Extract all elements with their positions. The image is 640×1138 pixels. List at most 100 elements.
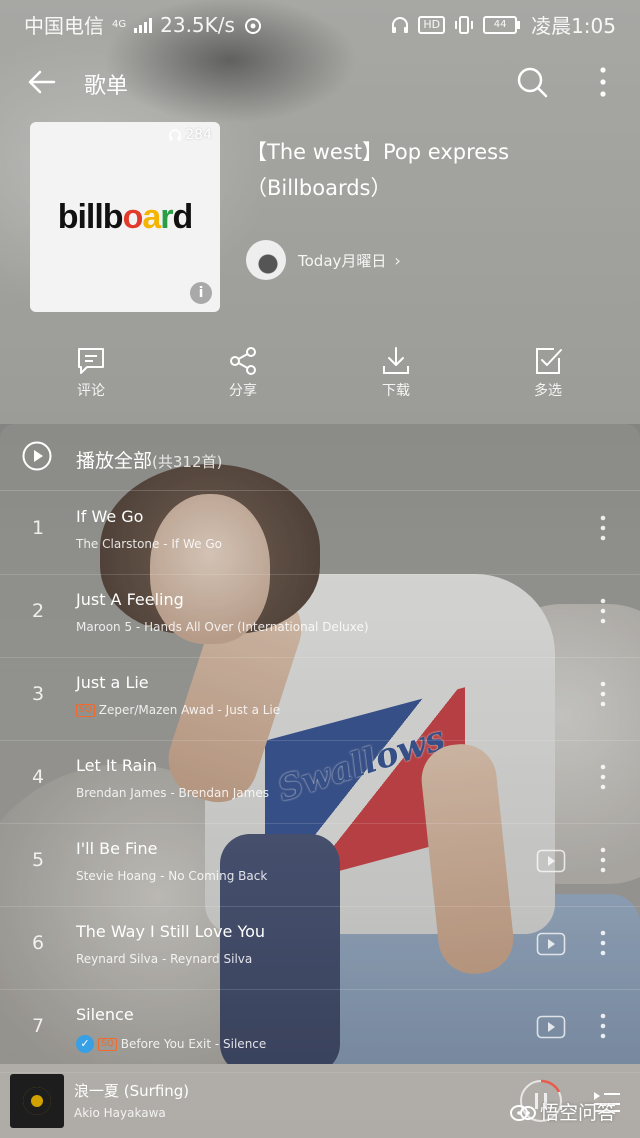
playlist-title: 【The west】Pop express（Billboards）: [246, 140, 510, 200]
play-all-label: 播放全部(共312首): [76, 446, 222, 473]
now-playing-artist: Akio Hayakawa: [74, 1106, 166, 1120]
network-speed: 23.5K/s: [160, 12, 235, 37]
song-subtitle: Brendan James - Brendan James: [76, 786, 269, 800]
download-label: 下载: [382, 383, 410, 399]
song-number: 4: [31, 766, 45, 788]
song-row[interactable]: 4 Let It Rain Brendan James - Brendan Jame…: [0, 740, 640, 824]
multiselect-button[interactable]: 多选: [508, 346, 588, 400]
info-icon[interactable]: i: [190, 282, 212, 304]
back-arrow-icon[interactable]: [24, 64, 60, 100]
clock: 凌晨1:05: [531, 14, 616, 38]
song-number: 6: [31, 932, 45, 954]
song-title: The Way I Still Love You: [76, 922, 266, 941]
search-icon[interactable]: [514, 64, 550, 100]
song-artist-album: The Clarstone - If We Go: [76, 537, 222, 551]
watermark-text: 悟空问答: [540, 1102, 617, 1124]
song-number: 2: [31, 600, 45, 622]
song-more-icon[interactable]: [594, 762, 612, 792]
battery-icon: 44: [483, 15, 521, 34]
song-title: I'll Be Fine: [76, 839, 158, 858]
carrier-label: 中国电信: [24, 14, 104, 38]
song-more-icon[interactable]: [594, 845, 612, 875]
comment-icon: [78, 348, 104, 374]
mv-icon[interactable]: [536, 849, 566, 873]
song-more-icon[interactable]: [594, 928, 612, 958]
now-playing-title: 浪一夏 (Surfing): [74, 1082, 190, 1100]
song-number: 1: [31, 517, 45, 539]
song-subtitle: SQ Zeper/Mazen Awad - Just a Lie: [76, 703, 280, 717]
song-subtitle: The Clarstone - If We Go: [76, 537, 222, 551]
song-title: Let It Rain: [76, 756, 158, 775]
sq-badge: SQ: [76, 703, 95, 717]
song-artist-album: Before You Exit - Silence: [120, 1037, 267, 1051]
action-row: 评论 分享 下载 多选: [0, 346, 640, 406]
playlist-creator[interactable]: Today月曜日 ›: [246, 240, 401, 280]
song-row[interactable]: 6 The Way I Still Love You Reynard Silva -…: [0, 906, 640, 990]
song-subtitle: Stevie Hoang - No Coming Back: [76, 869, 267, 883]
headphone-icon: [169, 129, 182, 141]
music-app-icon: [244, 17, 261, 34]
song-row[interactable]: 1 If We Go The Clarstone - If We Go: [0, 491, 640, 575]
mv-icon[interactable]: [536, 1015, 566, 1039]
share-label: 分享: [229, 383, 257, 399]
multiselect-icon: [536, 348, 562, 374]
mv-icon[interactable]: [536, 932, 566, 956]
play-count-value: 284: [185, 127, 212, 143]
comment-label: 评论: [77, 383, 105, 399]
avatar: [246, 240, 286, 280]
song-title: Just A Feeling: [76, 590, 184, 609]
vibrate-icon: [455, 15, 474, 34]
headphone-icon: [392, 16, 409, 33]
hd-icon: HD: [418, 15, 446, 34]
play-all-text: 播放全部: [76, 450, 153, 472]
song-artist-album: Maroon 5 - Hands All Over (International…: [76, 620, 369, 634]
song-number: 5: [31, 849, 45, 871]
signal-icon: [134, 17, 153, 33]
play-all-row[interactable]: 播放全部(共312首): [0, 424, 640, 491]
song-subtitle: Maroon 5 - Hands All Over (International…: [76, 620, 369, 634]
song-row[interactable]: 7 Silence ✓ SQ Before You Exit - Silence: [0, 989, 640, 1073]
play-circle-icon[interactable]: [22, 441, 52, 471]
share-button[interactable]: 分享: [203, 346, 283, 400]
song-artist-album: Brendan James - Brendan James: [76, 786, 269, 800]
play-count: 284: [168, 127, 212, 143]
network-label: 4G: [112, 19, 127, 30]
song-subtitle: Reynard Silva - Reynard Silva: [76, 952, 252, 966]
wukong-logo-icon: [510, 1104, 536, 1121]
song-artist-album: Reynard Silva - Reynard Silva: [76, 952, 253, 966]
song-title: Just a Lie: [76, 673, 149, 692]
song-artist-album: Zeper/Mazen Awad - Just a Lie: [98, 703, 281, 717]
status-bar: 中国电信 4G 23.5K/s HD 44 凌晨1:05: [0, 0, 640, 44]
share-icon: [230, 347, 256, 375]
song-subtitle: ✓ SQ Before You Exit - Silence: [76, 1035, 266, 1053]
song-more-icon[interactable]: [594, 679, 612, 709]
song-number: 7: [31, 1015, 45, 1037]
watermark: 悟空问答: [510, 1098, 616, 1125]
song-more-icon[interactable]: [594, 1011, 612, 1041]
song-row[interactable]: 3 Just a Lie SQ Zeper/Mazen Awad - Just a L…: [0, 657, 640, 741]
creator-name: Today月曜日: [298, 251, 387, 270]
song-artist-album: Stevie Hoang - No Coming Back: [76, 869, 268, 883]
chevron-right-icon: ›: [394, 250, 401, 270]
song-more-icon[interactable]: [594, 596, 612, 626]
page-title: 歌单: [84, 74, 129, 99]
song-count: (共312首): [152, 453, 223, 471]
song-row[interactable]: 5 I'll Be Fine Stevie Hoang - No Coming Ba…: [0, 823, 640, 907]
song-number: 3: [31, 683, 45, 705]
song-row[interactable]: 2 Just A Feeling Maroon 5 - Hands All Over…: [0, 574, 640, 658]
comment-button[interactable]: 评论: [51, 346, 131, 400]
billboard-logo: billboard: [57, 198, 194, 236]
download-icon: [383, 347, 409, 374]
more-options-icon[interactable]: [588, 64, 618, 100]
sq-badge: SQ: [98, 1037, 117, 1051]
playlist-cover[interactable]: 284 billboard i: [30, 122, 220, 312]
battery-level: 44: [493, 18, 507, 30]
song-title: Silence: [76, 1005, 134, 1024]
download-button[interactable]: 下载: [356, 346, 436, 400]
album-art[interactable]: [10, 1074, 64, 1128]
multiselect-label: 多选: [534, 383, 562, 399]
top-bar: 歌单: [0, 52, 640, 112]
song-title: If We Go: [76, 507, 144, 526]
vip-check-icon: ✓: [76, 1035, 94, 1053]
song-more-icon[interactable]: [594, 513, 612, 543]
